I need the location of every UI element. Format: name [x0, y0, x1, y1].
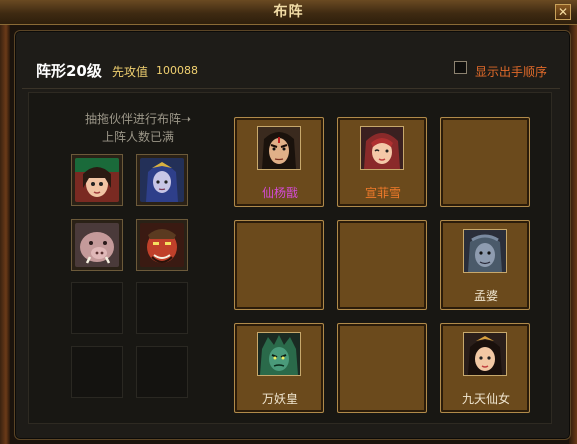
formation-slot-6[interactable]: 孟婆	[440, 220, 530, 310]
formation-header: 阵形20级 先攻值 100088 显示出手顺序	[22, 60, 562, 82]
formation-slot-4[interactable]	[234, 220, 324, 310]
bench-hint-line1: 抽拖伙伴进行布阵➝	[84, 112, 192, 126]
bench-slot-7[interactable]	[71, 346, 123, 398]
bench-slot-2[interactable]	[136, 154, 188, 206]
red-demon-general-portrait-icon	[140, 223, 184, 267]
header-divider	[22, 88, 560, 89]
bench-hint-line2: 上阵人数已满	[101, 130, 174, 144]
slot-name: 仙杨戬	[261, 186, 298, 200]
formation-slot-7[interactable]: 万妖皇	[234, 323, 324, 413]
blue-hair-warrior-portrait-icon	[140, 158, 184, 202]
show-order-checkbox[interactable]	[454, 61, 467, 74]
formation-slot-5[interactable]	[337, 220, 427, 310]
girl-red-hair-portrait-icon	[75, 158, 119, 202]
slot-name: 宣菲雪	[364, 186, 401, 200]
window-title: 布阵	[273, 4, 304, 20]
bench-slot-5[interactable]	[71, 282, 123, 334]
formation-slot-9[interactable]: 九天仙女	[440, 323, 530, 413]
bench-slot-1[interactable]	[71, 154, 123, 206]
formation-slot-8[interactable]	[337, 323, 427, 413]
wan-yao-huang-portrait-icon	[257, 332, 301, 376]
slot-name: 九天仙女	[461, 392, 510, 406]
yang-jian-portrait-icon	[257, 126, 301, 170]
xuan-feixue-portrait-icon	[360, 126, 404, 170]
bench-hint: 抽拖伙伴进行布阵➝ 上阵人数已满	[78, 110, 198, 146]
attack-value: 100088	[156, 64, 198, 77]
boar-beast-portrait-icon	[75, 223, 119, 267]
formation-slot-1[interactable]: 仙杨戬	[234, 117, 324, 207]
show-order-label[interactable]: 显示出手顺序	[475, 63, 547, 80]
formation-level: 阵形20级	[36, 62, 102, 80]
attack-label: 先攻值	[112, 65, 149, 79]
close-button[interactable]: ✕	[555, 4, 571, 20]
bench-slot-6[interactable]	[136, 282, 188, 334]
formation-slot-3[interactable]	[440, 117, 530, 207]
formation-slot-2[interactable]: 宣菲雪	[337, 117, 427, 207]
jiu-tian-xian-nv-portrait-icon	[463, 332, 507, 376]
meng-po-portrait-icon	[463, 229, 507, 273]
bench-slot-8[interactable]	[136, 346, 188, 398]
bench-slot-3[interactable]	[71, 219, 123, 271]
slot-name: 孟婆	[473, 289, 498, 303]
slot-name: 万妖皇	[261, 392, 298, 406]
window-titlebar: 布阵 ✕	[0, 0, 577, 25]
left-frame-edge	[0, 0, 10, 444]
bench-slot-4[interactable]	[136, 219, 188, 271]
